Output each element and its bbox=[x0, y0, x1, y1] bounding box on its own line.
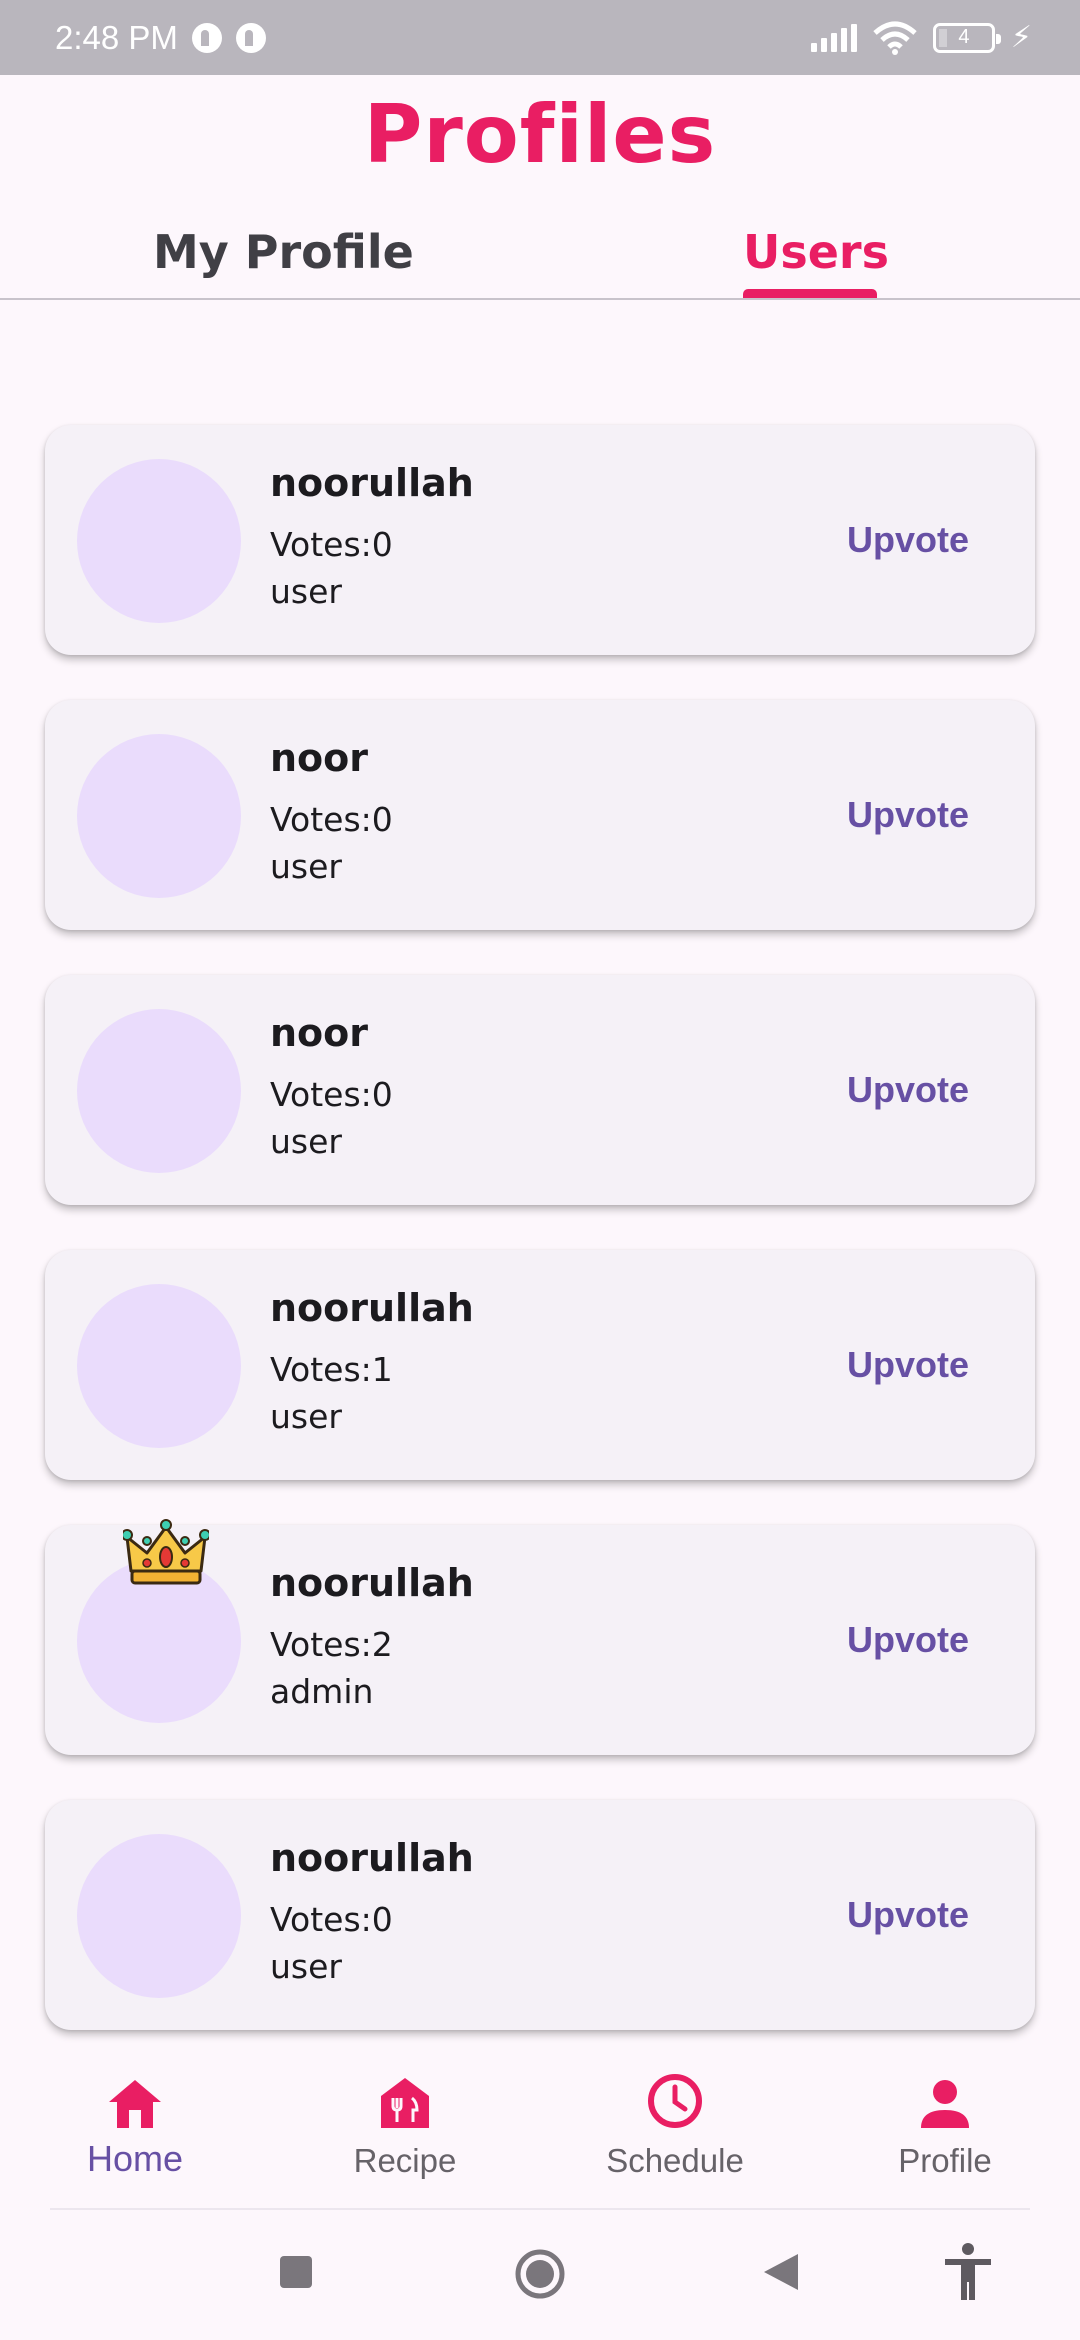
battery-icon: 4 bbox=[932, 22, 1001, 53]
user-card: noorullah Votes:0 user Upvote bbox=[45, 425, 1035, 655]
wifi-icon bbox=[873, 21, 917, 55]
upvote-button[interactable]: Upvote bbox=[847, 1344, 969, 1386]
nav-divider bbox=[50, 2208, 1030, 2210]
tab-bar: My Profile Users bbox=[0, 225, 1080, 300]
user-name: noorullah bbox=[270, 1836, 474, 1880]
user-name: noor bbox=[270, 1011, 369, 1055]
status-bar: 2:48 PM 4 ⚡ bbox=[0, 0, 1080, 75]
user-card: noorullah Votes:1 user Upvote bbox=[45, 1250, 1035, 1480]
signal-icon bbox=[810, 23, 857, 52]
tab-users[interactable]: Users bbox=[743, 225, 889, 279]
clock-icon bbox=[565, 2072, 785, 2130]
notification-icon bbox=[235, 22, 266, 53]
person-icon bbox=[835, 2072, 1055, 2130]
user-votes: Votes:0 bbox=[270, 800, 393, 839]
nav-item-home[interactable]: Home bbox=[25, 2072, 245, 2180]
user-votes: Votes:0 bbox=[270, 1900, 393, 1939]
tab-my-profile[interactable]: My Profile bbox=[153, 225, 414, 279]
user-card: noorullah Votes:2 admin Upvote bbox=[45, 1519, 1035, 1755]
upvote-button[interactable]: Upvote bbox=[847, 794, 969, 836]
avatar bbox=[77, 734, 241, 898]
avatar bbox=[77, 1284, 241, 1448]
user-name: noorullah bbox=[270, 461, 474, 505]
nav-label-home: Home bbox=[86, 2138, 184, 2179]
crown-icon bbox=[123, 1519, 209, 1585]
user-votes: Votes:0 bbox=[270, 525, 393, 564]
recents-square-icon[interactable] bbox=[278, 2254, 314, 2294]
accessibility-icon[interactable] bbox=[942, 2242, 994, 2306]
user-name: noor bbox=[270, 736, 369, 780]
system-navigation-bar bbox=[0, 2212, 1080, 2340]
nav-label-schedule: Schedule bbox=[606, 2142, 744, 2179]
page-title: Profiles bbox=[363, 88, 717, 181]
restaurant-icon bbox=[295, 2072, 515, 2130]
avatar bbox=[77, 459, 241, 623]
upvote-button[interactable]: Upvote bbox=[847, 519, 969, 561]
user-role: user bbox=[270, 1947, 342, 1986]
status-time: 2:48 PM bbox=[55, 18, 178, 56]
nav-item-recipe[interactable]: Recipe bbox=[295, 2072, 515, 2180]
user-role: user bbox=[270, 847, 342, 886]
user-card: noor Votes:0 user Upvote bbox=[45, 700, 1035, 930]
user-name: noorullah bbox=[270, 1286, 474, 1330]
nav-item-profile[interactable]: Profile bbox=[835, 2072, 1055, 2180]
user-votes: Votes:0 bbox=[270, 1075, 393, 1114]
user-card: noor Votes:0 user Upvote bbox=[45, 975, 1035, 1205]
upvote-button[interactable]: Upvote bbox=[847, 1619, 969, 1661]
home-icon bbox=[25, 2072, 245, 2130]
tab-active-indicator bbox=[743, 289, 877, 298]
upvote-button[interactable]: Upvote bbox=[847, 1069, 969, 1111]
user-role: admin bbox=[270, 1672, 374, 1711]
status-left: 2:48 PM bbox=[55, 19, 266, 57]
back-triangle-icon[interactable] bbox=[762, 2252, 800, 2296]
nav-label-profile: Profile bbox=[898, 2142, 992, 2179]
upvote-button[interactable]: Upvote bbox=[847, 1894, 969, 1936]
user-role: user bbox=[270, 1397, 342, 1436]
user-name: noorullah bbox=[270, 1561, 474, 1605]
user-votes: Votes:2 bbox=[270, 1625, 393, 1664]
bottom-navigation: Home Recipe Schedule Profile bbox=[0, 2050, 1080, 2210]
user-role: user bbox=[270, 572, 342, 611]
battery-level: 4 bbox=[958, 26, 970, 48]
home-circle-icon[interactable] bbox=[514, 2248, 566, 2304]
status-right: 4 ⚡ bbox=[810, 19, 1032, 55]
nav-label-recipe: Recipe bbox=[353, 2142, 457, 2179]
nav-item-schedule[interactable]: Schedule bbox=[565, 2072, 785, 2180]
avatar bbox=[77, 1834, 241, 1998]
avatar bbox=[77, 1009, 241, 1173]
user-card: noorullah Votes:0 user Upvote bbox=[45, 1800, 1035, 2030]
user-votes: Votes:1 bbox=[270, 1350, 393, 1389]
notification-icon bbox=[191, 22, 222, 53]
charging-bolt-icon: ⚡ bbox=[1010, 19, 1032, 55]
user-role: user bbox=[270, 1122, 342, 1161]
